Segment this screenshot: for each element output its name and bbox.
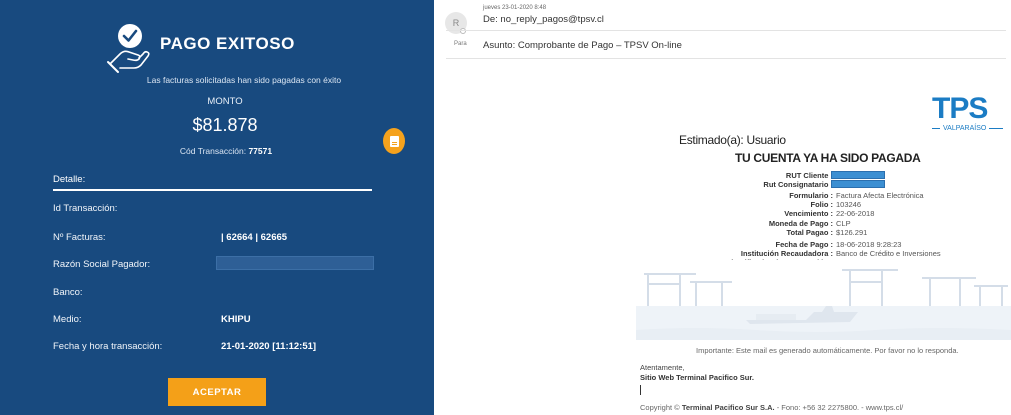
copyright-prefix: Copyright © [640, 403, 680, 412]
consignee-rut-label: Rut Consignatario : [763, 180, 833, 189]
amount-label: MONTO [207, 96, 243, 107]
email-sign-off: Atentamente, [640, 363, 685, 372]
tps-logo-city: VALPARAÍSO [943, 125, 987, 132]
copyright-suffix: - Fono: +56 32 2275800. - www.tps.cl/ [776, 403, 904, 412]
download-receipt-button[interactable] [383, 128, 405, 154]
consignee-rut-redacted [831, 180, 885, 188]
header-divider [446, 30, 1006, 31]
currency-label: Moneda de Pago : [768, 219, 833, 228]
auto-generated-notice: Importante: Este mail es generado automá… [696, 346, 959, 355]
copyright-company: Terminal Pacifico Sur S.A. [681, 403, 775, 412]
form-value: Factura Afecta Electrónica [836, 191, 924, 200]
email-from: De: no_reply_pagos@tpsv.cl [483, 14, 604, 25]
transaction-id-label: Id Transacción: [53, 203, 118, 214]
tps-logo-subtitle: VALPARAÍSO [932, 125, 1011, 132]
transaction-datetime-label: Fecha y hora transacción: [53, 341, 163, 352]
copyright-footer: Copyright © Terminal Pacifico Sur S.A. -… [640, 403, 903, 412]
invoice-numbers-value: | 62664 | 62665 [221, 232, 288, 243]
port-cranes-banner-image [636, 260, 1011, 340]
payer-name-label: Razón Social Pagador: [53, 259, 151, 270]
client-rut-label: RUT Cliente : [785, 171, 833, 180]
presence-icon [460, 28, 466, 34]
amount-value: $81.878 [192, 115, 258, 135]
subject-divider [446, 58, 1006, 59]
text-cursor [640, 385, 641, 395]
detail-heading: Detalle: [53, 174, 86, 185]
document-icon [389, 135, 399, 147]
email-subject: Asunto: Comprobante de Pago – TPSV On-li… [483, 40, 682, 51]
total-paid-value: $126.291 [836, 228, 868, 237]
folio-label: Folio : [810, 200, 834, 209]
detail-divider [53, 189, 372, 191]
client-rut-redacted [831, 171, 885, 179]
accept-button[interactable]: ACEPTAR [168, 378, 266, 406]
currency-value: CLP [836, 219, 851, 228]
payer-name-redacted-field [216, 256, 374, 270]
email-receipt-panel: R jueves 23-01-2020 8:48 De: no_reply_pa… [434, 0, 1011, 415]
tps-logo-letters: TPS [932, 92, 988, 125]
transaction-code-label: Cód Transacción: [179, 146, 247, 156]
invoice-numbers-label: Nº Facturas: [53, 232, 106, 243]
email-headline: TU CUENTA YA HA SIDO PAGADA [735, 151, 921, 165]
email-greeting: Estimado(a): Usuario [679, 133, 786, 147]
payment-confirmation-panel: PAGO EXITOSO Las facturas solicitadas ha… [0, 0, 434, 415]
due-date-value: 22-06-2018 [836, 209, 875, 218]
payment-success-icon [107, 24, 150, 73]
transaction-code-value: 77571 [248, 146, 273, 156]
email-signature: Sitio Web Terminal Pacifico Sur. [640, 373, 754, 382]
payment-date-label: Fecha de Pago : [775, 240, 833, 249]
total-paid-label: Total Pagao : [786, 228, 833, 237]
payment-date-value: 18-06-2018 9:28:23 [836, 240, 902, 249]
payment-success-subtitle: Las facturas solicitadas han sido pagada… [146, 75, 342, 85]
bank-label: Banco: [53, 287, 83, 298]
email-date: jueves 23-01-2020 8:48 [483, 5, 547, 11]
payment-method-label: Medio: [53, 314, 82, 325]
transaction-datetime-value: 21-01-2020 [11:12:51] [221, 341, 317, 352]
payment-success-title: PAGO EXITOSO [160, 34, 295, 53]
form-label: Formulario : [789, 191, 833, 200]
due-date-label: Vencimiento : [784, 209, 833, 218]
collecting-institution-value: Banco de Crédito e Inversiones [836, 249, 941, 258]
transaction-code: Cód Transacción: 77571 [0, 146, 434, 156]
collecting-institution-label: Institución Recaudadora : [740, 249, 833, 258]
tps-logo: TPS VALPARAÍSO [932, 92, 1011, 133]
payment-method-value: KHIPU [221, 314, 251, 325]
folio-value: 103246 [836, 200, 862, 209]
email-to-label: Para [454, 41, 467, 47]
avatar-initial: R [452, 18, 460, 28]
